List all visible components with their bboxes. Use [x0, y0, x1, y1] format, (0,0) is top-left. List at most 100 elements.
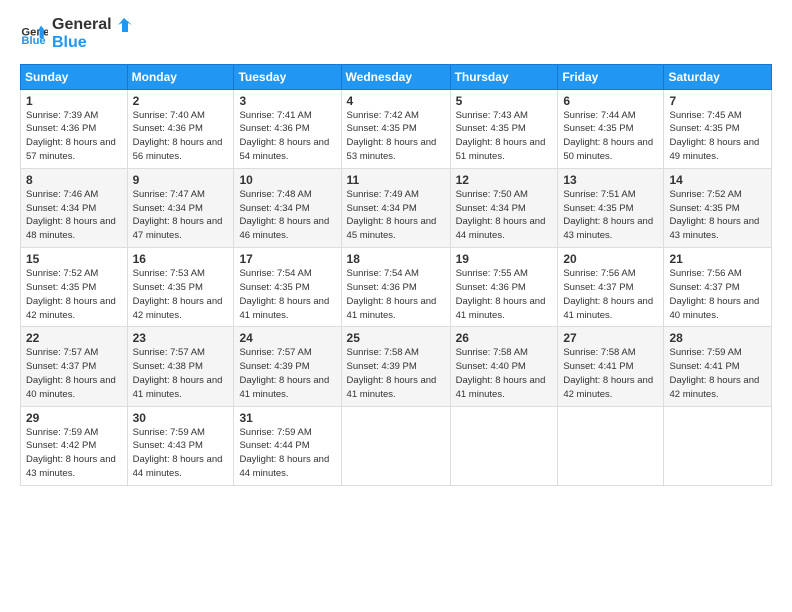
calendar-cell: 10 Sunrise: 7:48 AMSunset: 4:34 PMDaylig…	[234, 168, 341, 247]
day-number: 27	[563, 331, 658, 345]
day-number: 15	[26, 252, 122, 266]
day-number: 24	[239, 331, 335, 345]
calendar-header-wednesday: Wednesday	[341, 64, 450, 89]
day-number: 20	[563, 252, 658, 266]
day-number: 21	[669, 252, 766, 266]
day-info: Sunrise: 7:44 AMSunset: 4:35 PMDaylight:…	[563, 110, 653, 162]
day-info: Sunrise: 7:57 AMSunset: 4:39 PMDaylight:…	[239, 347, 329, 399]
calendar-cell: 6 Sunrise: 7:44 AMSunset: 4:35 PMDayligh…	[558, 89, 664, 168]
logo: General Blue General Blue	[20, 16, 134, 52]
day-number: 11	[347, 173, 445, 187]
calendar-cell: 11 Sunrise: 7:49 AMSunset: 4:34 PMDaylig…	[341, 168, 450, 247]
header: General Blue General Blue	[20, 16, 772, 52]
calendar-header-monday: Monday	[127, 64, 234, 89]
day-number: 25	[347, 331, 445, 345]
day-number: 13	[563, 173, 658, 187]
day-number: 31	[239, 411, 335, 425]
calendar-cell	[558, 406, 664, 485]
calendar-body: 1 Sunrise: 7:39 AMSunset: 4:36 PMDayligh…	[21, 89, 772, 485]
calendar-cell: 9 Sunrise: 7:47 AMSunset: 4:34 PMDayligh…	[127, 168, 234, 247]
day-info: Sunrise: 7:40 AMSunset: 4:36 PMDaylight:…	[133, 110, 223, 162]
svg-text:Blue: Blue	[21, 35, 45, 47]
calendar-cell: 15 Sunrise: 7:52 AMSunset: 4:35 PMDaylig…	[21, 248, 128, 327]
calendar-cell: 17 Sunrise: 7:54 AMSunset: 4:35 PMDaylig…	[234, 248, 341, 327]
calendar-cell: 13 Sunrise: 7:51 AMSunset: 4:35 PMDaylig…	[558, 168, 664, 247]
day-number: 8	[26, 173, 122, 187]
calendar-cell: 5 Sunrise: 7:43 AMSunset: 4:35 PMDayligh…	[450, 89, 558, 168]
day-number: 29	[26, 411, 122, 425]
day-number: 2	[133, 94, 229, 108]
day-info: Sunrise: 7:52 AMSunset: 4:35 PMDaylight:…	[26, 268, 116, 320]
day-number: 28	[669, 331, 766, 345]
calendar-cell: 1 Sunrise: 7:39 AMSunset: 4:36 PMDayligh…	[21, 89, 128, 168]
day-number: 9	[133, 173, 229, 187]
calendar-cell: 26 Sunrise: 7:58 AMSunset: 4:40 PMDaylig…	[450, 327, 558, 406]
calendar-cell: 30 Sunrise: 7:59 AMSunset: 4:43 PMDaylig…	[127, 406, 234, 485]
day-info: Sunrise: 7:59 AMSunset: 4:42 PMDaylight:…	[26, 427, 116, 479]
calendar-cell: 31 Sunrise: 7:59 AMSunset: 4:44 PMDaylig…	[234, 406, 341, 485]
day-info: Sunrise: 7:47 AMSunset: 4:34 PMDaylight:…	[133, 189, 223, 241]
calendar-cell: 16 Sunrise: 7:53 AMSunset: 4:35 PMDaylig…	[127, 248, 234, 327]
day-info: Sunrise: 7:49 AMSunset: 4:34 PMDaylight:…	[347, 189, 437, 241]
calendar-cell: 28 Sunrise: 7:59 AMSunset: 4:41 PMDaylig…	[664, 327, 772, 406]
calendar-cell	[341, 406, 450, 485]
calendar-page: General Blue General Blue SundayMondayTu…	[0, 0, 792, 612]
calendar-week-4: 22 Sunrise: 7:57 AMSunset: 4:37 PMDaylig…	[21, 327, 772, 406]
day-info: Sunrise: 7:53 AMSunset: 4:35 PMDaylight:…	[133, 268, 223, 320]
calendar-cell: 18 Sunrise: 7:54 AMSunset: 4:36 PMDaylig…	[341, 248, 450, 327]
day-info: Sunrise: 7:48 AMSunset: 4:34 PMDaylight:…	[239, 189, 329, 241]
day-number: 14	[669, 173, 766, 187]
calendar-cell: 22 Sunrise: 7:57 AMSunset: 4:37 PMDaylig…	[21, 327, 128, 406]
day-number: 7	[669, 94, 766, 108]
day-info: Sunrise: 7:54 AMSunset: 4:35 PMDaylight:…	[239, 268, 329, 320]
day-info: Sunrise: 7:54 AMSunset: 4:36 PMDaylight:…	[347, 268, 437, 320]
calendar-cell: 20 Sunrise: 7:56 AMSunset: 4:37 PMDaylig…	[558, 248, 664, 327]
calendar-cell: 21 Sunrise: 7:56 AMSunset: 4:37 PMDaylig…	[664, 248, 772, 327]
day-number: 23	[133, 331, 229, 345]
day-info: Sunrise: 7:58 AMSunset: 4:39 PMDaylight:…	[347, 347, 437, 399]
day-number: 18	[347, 252, 445, 266]
day-number: 4	[347, 94, 445, 108]
day-info: Sunrise: 7:41 AMSunset: 4:36 PMDaylight:…	[239, 110, 329, 162]
day-info: Sunrise: 7:42 AMSunset: 4:35 PMDaylight:…	[347, 110, 437, 162]
day-number: 1	[26, 94, 122, 108]
calendar-week-3: 15 Sunrise: 7:52 AMSunset: 4:35 PMDaylig…	[21, 248, 772, 327]
calendar-week-2: 8 Sunrise: 7:46 AMSunset: 4:34 PMDayligh…	[21, 168, 772, 247]
calendar-table: SundayMondayTuesdayWednesdayThursdayFrid…	[20, 64, 772, 486]
logo-general: General	[52, 16, 134, 34]
day-number: 12	[456, 173, 553, 187]
calendar-header-tuesday: Tuesday	[234, 64, 341, 89]
day-info: Sunrise: 7:57 AMSunset: 4:38 PMDaylight:…	[133, 347, 223, 399]
calendar-cell: 4 Sunrise: 7:42 AMSunset: 4:35 PMDayligh…	[341, 89, 450, 168]
calendar-header-row: SundayMondayTuesdayWednesdayThursdayFrid…	[21, 64, 772, 89]
day-number: 10	[239, 173, 335, 187]
calendar-header-thursday: Thursday	[450, 64, 558, 89]
calendar-cell: 14 Sunrise: 7:52 AMSunset: 4:35 PMDaylig…	[664, 168, 772, 247]
day-info: Sunrise: 7:59 AMSunset: 4:41 PMDaylight:…	[669, 347, 759, 399]
day-info: Sunrise: 7:59 AMSunset: 4:44 PMDaylight:…	[239, 427, 329, 479]
day-number: 3	[239, 94, 335, 108]
calendar-header-friday: Friday	[558, 64, 664, 89]
calendar-cell: 25 Sunrise: 7:58 AMSunset: 4:39 PMDaylig…	[341, 327, 450, 406]
day-info: Sunrise: 7:59 AMSunset: 4:43 PMDaylight:…	[133, 427, 223, 479]
calendar-week-1: 1 Sunrise: 7:39 AMSunset: 4:36 PMDayligh…	[21, 89, 772, 168]
logo-blue: Blue	[52, 34, 134, 52]
day-info: Sunrise: 7:43 AMSunset: 4:35 PMDaylight:…	[456, 110, 546, 162]
day-number: 19	[456, 252, 553, 266]
calendar-header-saturday: Saturday	[664, 64, 772, 89]
day-info: Sunrise: 7:58 AMSunset: 4:41 PMDaylight:…	[563, 347, 653, 399]
calendar-cell: 23 Sunrise: 7:57 AMSunset: 4:38 PMDaylig…	[127, 327, 234, 406]
day-number: 30	[133, 411, 229, 425]
calendar-cell: 19 Sunrise: 7:55 AMSunset: 4:36 PMDaylig…	[450, 248, 558, 327]
day-number: 16	[133, 252, 229, 266]
calendar-cell: 24 Sunrise: 7:57 AMSunset: 4:39 PMDaylig…	[234, 327, 341, 406]
day-info: Sunrise: 7:56 AMSunset: 4:37 PMDaylight:…	[563, 268, 653, 320]
calendar-cell: 3 Sunrise: 7:41 AMSunset: 4:36 PMDayligh…	[234, 89, 341, 168]
day-info: Sunrise: 7:52 AMSunset: 4:35 PMDaylight:…	[669, 189, 759, 241]
day-info: Sunrise: 7:57 AMSunset: 4:37 PMDaylight:…	[26, 347, 116, 399]
day-info: Sunrise: 7:46 AMSunset: 4:34 PMDaylight:…	[26, 189, 116, 241]
day-info: Sunrise: 7:51 AMSunset: 4:35 PMDaylight:…	[563, 189, 653, 241]
calendar-cell: 27 Sunrise: 7:58 AMSunset: 4:41 PMDaylig…	[558, 327, 664, 406]
day-info: Sunrise: 7:39 AMSunset: 4:36 PMDaylight:…	[26, 110, 116, 162]
calendar-cell	[450, 406, 558, 485]
